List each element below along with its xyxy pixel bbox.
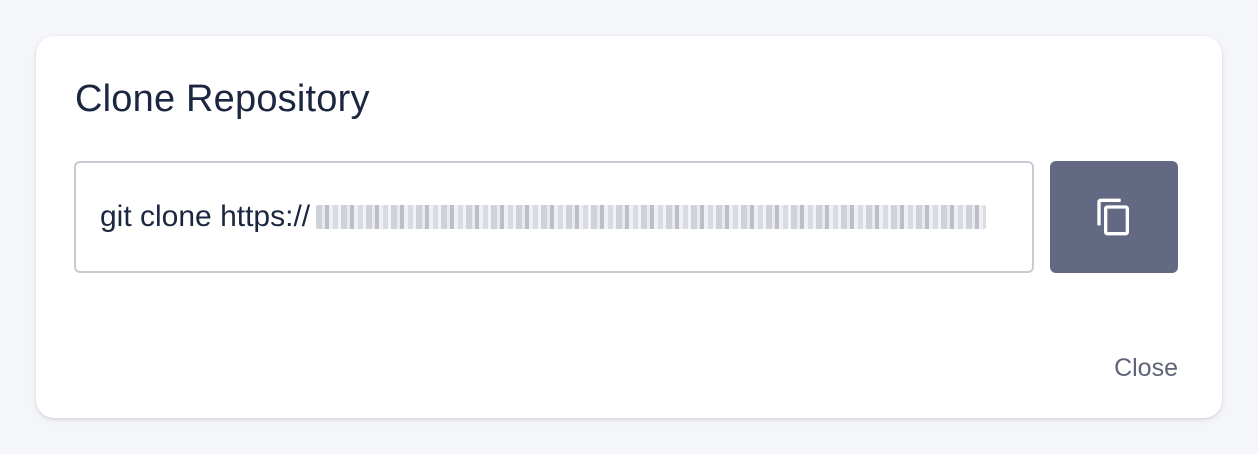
- clone-command-field[interactable]: git clone https://: [74, 161, 1034, 273]
- dialog-title: Clone Repository: [75, 78, 370, 120]
- clone-repository-dialog: Clone Repository git clone https:// Clos…: [36, 36, 1222, 418]
- clone-command-text: git clone https://: [100, 200, 311, 233]
- close-button[interactable]: Close: [1114, 350, 1178, 386]
- copy-icon: [1097, 198, 1129, 236]
- redacted-repository-url: [316, 205, 987, 229]
- copy-button[interactable]: [1050, 161, 1178, 273]
